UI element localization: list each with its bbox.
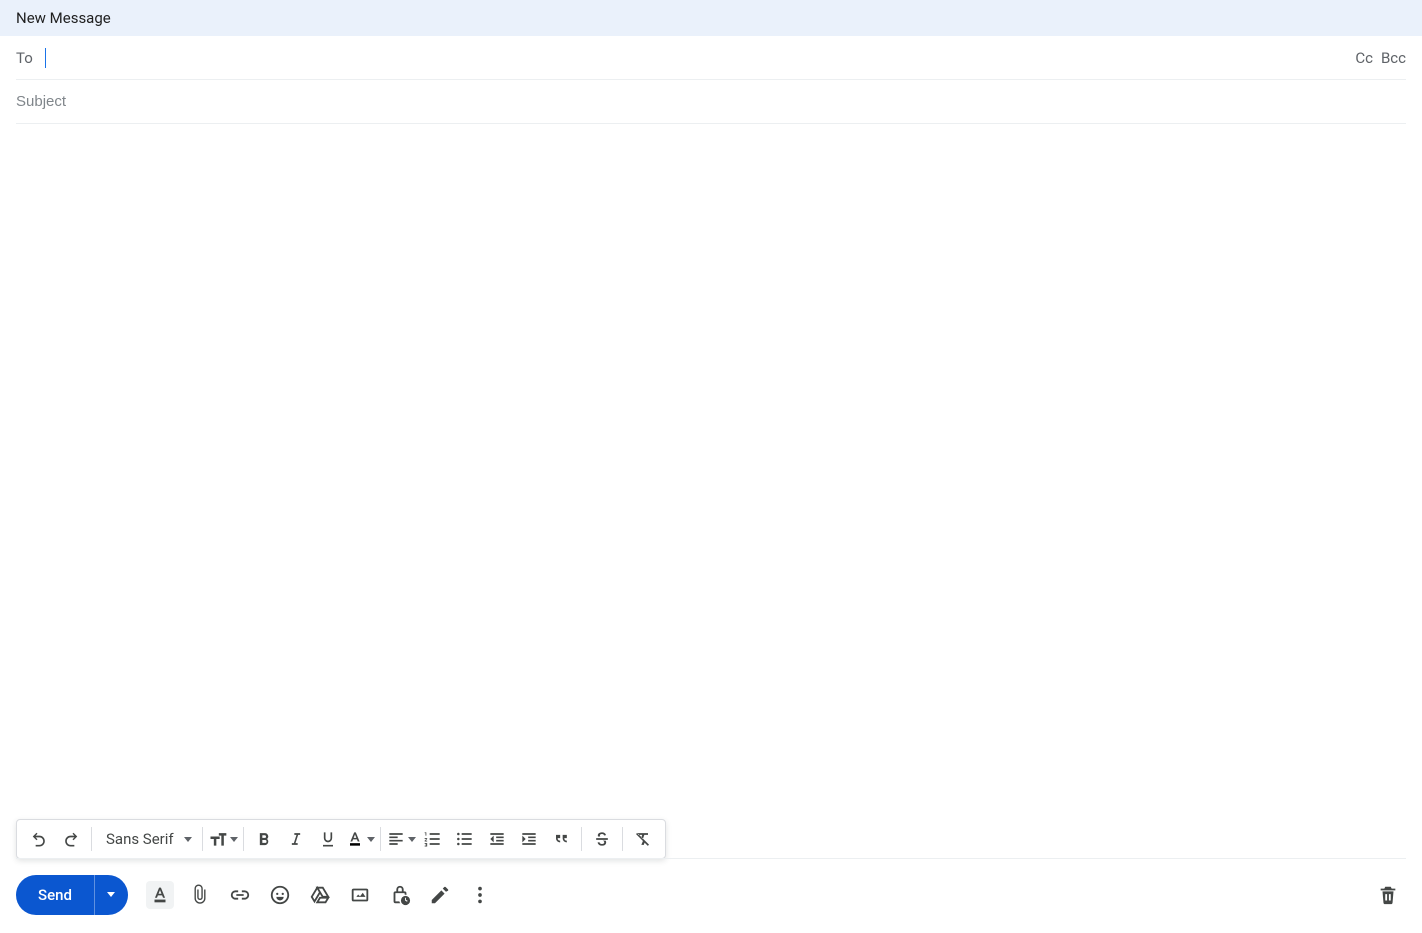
text-color-icon bbox=[149, 884, 171, 906]
chevron-down-icon bbox=[367, 837, 375, 842]
indent-more-button[interactable] bbox=[513, 823, 545, 855]
trash-icon bbox=[1377, 884, 1399, 906]
insert-drive-button[interactable] bbox=[302, 877, 338, 913]
compose-action-bar: Send bbox=[0, 861, 1422, 933]
chevron-down-icon bbox=[184, 837, 192, 842]
toolbar-separator bbox=[581, 827, 582, 851]
send-button-group: Send bbox=[16, 875, 128, 915]
italic-icon bbox=[286, 829, 306, 849]
indent-decrease-icon bbox=[487, 829, 507, 849]
compose-window: New Message To Cc Bcc bbox=[0, 0, 1422, 933]
bulleted-list-button[interactable] bbox=[449, 823, 481, 855]
remove-formatting-button[interactable] bbox=[627, 823, 659, 855]
subject-input[interactable] bbox=[16, 90, 1406, 114]
list-bulleted-icon bbox=[455, 829, 475, 849]
toolbar-separator bbox=[243, 827, 244, 851]
text-color-icon bbox=[345, 829, 365, 849]
compose-tool-icons bbox=[142, 877, 498, 913]
drive-icon bbox=[309, 884, 331, 906]
image-icon bbox=[349, 884, 371, 906]
italic-button[interactable] bbox=[280, 823, 312, 855]
toolbar-separator bbox=[91, 827, 92, 851]
bold-button[interactable] bbox=[248, 823, 280, 855]
compose-title: New Message bbox=[16, 9, 111, 27]
body-textarea[interactable] bbox=[16, 132, 1406, 819]
header-fields: To Cc Bcc bbox=[0, 36, 1422, 124]
emoji-icon bbox=[269, 884, 291, 906]
redo-icon bbox=[61, 829, 81, 849]
bold-icon bbox=[254, 829, 274, 849]
text-color-chip bbox=[146, 881, 174, 909]
formatting-toolbar-wrap: Sans Serif bbox=[0, 819, 1422, 861]
pen-icon bbox=[429, 884, 451, 906]
insert-signature-button[interactable] bbox=[422, 877, 458, 913]
subject-row bbox=[16, 80, 1406, 124]
chevron-down-icon bbox=[408, 837, 416, 842]
body-area bbox=[0, 124, 1422, 819]
font-family-picker[interactable]: Sans Serif bbox=[96, 823, 198, 855]
font-family-label: Sans Serif bbox=[106, 830, 174, 848]
insert-photo-button[interactable] bbox=[342, 877, 378, 913]
attach-file-button[interactable] bbox=[182, 877, 218, 913]
align-left-icon bbox=[386, 829, 406, 849]
more-vert-icon bbox=[469, 884, 491, 906]
confidential-mode-button[interactable] bbox=[382, 877, 418, 913]
list-numbered-icon bbox=[423, 829, 443, 849]
insert-emoji-button[interactable] bbox=[262, 877, 298, 913]
undo-icon bbox=[29, 829, 49, 849]
to-label: To bbox=[16, 49, 33, 67]
formatting-options-button[interactable] bbox=[142, 877, 178, 913]
send-label: Send bbox=[38, 886, 72, 904]
quote-icon bbox=[551, 829, 571, 849]
quote-button[interactable] bbox=[545, 823, 577, 855]
underline-icon bbox=[318, 829, 338, 849]
align-button[interactable] bbox=[385, 823, 417, 855]
indent-less-button[interactable] bbox=[481, 823, 513, 855]
text-size-icon bbox=[208, 829, 228, 849]
strikethrough-icon bbox=[592, 829, 612, 849]
send-options-button[interactable] bbox=[94, 875, 128, 915]
to-input[interactable] bbox=[46, 46, 1356, 70]
send-button[interactable]: Send bbox=[16, 875, 94, 915]
insert-link-button[interactable] bbox=[222, 877, 258, 913]
numbered-list-button[interactable] bbox=[417, 823, 449, 855]
cc-toggle[interactable]: Cc bbox=[1355, 49, 1373, 67]
chevron-down-icon bbox=[107, 892, 115, 897]
redo-button[interactable] bbox=[55, 823, 87, 855]
strikethrough-button[interactable] bbox=[586, 823, 618, 855]
undo-button[interactable] bbox=[23, 823, 55, 855]
font-size-picker[interactable] bbox=[207, 823, 239, 855]
paperclip-icon bbox=[189, 884, 211, 906]
bcc-toggle[interactable]: Bcc bbox=[1381, 49, 1406, 67]
discard-draft-button[interactable] bbox=[1370, 877, 1406, 913]
chevron-down-icon bbox=[230, 837, 238, 842]
cc-bcc-group: Cc Bcc bbox=[1355, 49, 1406, 67]
compose-titlebar[interactable]: New Message bbox=[0, 0, 1422, 36]
formatting-toolbar: Sans Serif bbox=[16, 819, 666, 859]
lock-clock-icon bbox=[389, 884, 411, 906]
toolbar-separator bbox=[622, 827, 623, 851]
clear-format-icon bbox=[633, 829, 653, 849]
more-options-button[interactable] bbox=[462, 877, 498, 913]
text-color-button[interactable] bbox=[344, 823, 376, 855]
link-icon bbox=[229, 884, 251, 906]
to-row: To Cc Bcc bbox=[16, 36, 1406, 80]
toolbar-separator bbox=[202, 827, 203, 851]
underline-button[interactable] bbox=[312, 823, 344, 855]
toolbar-separator bbox=[380, 827, 381, 851]
indent-increase-icon bbox=[519, 829, 539, 849]
